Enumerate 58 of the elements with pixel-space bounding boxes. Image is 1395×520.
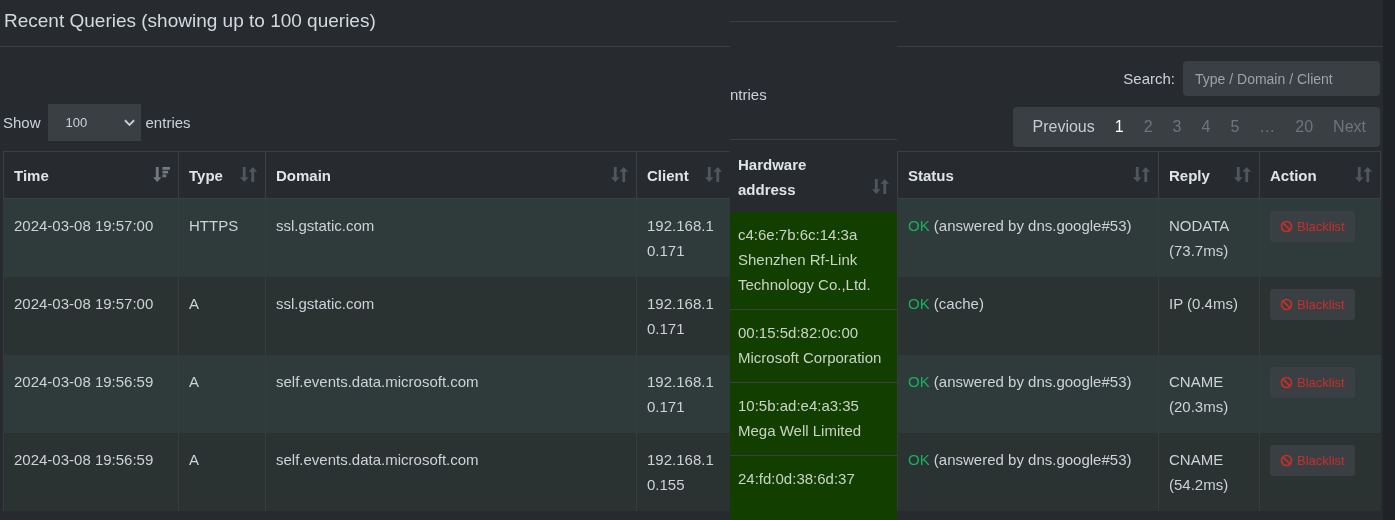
- table-cell: IP (0.4ms): [1158, 277, 1260, 355]
- table-cell: 2024-03-08 19:57:00: [3, 198, 179, 277]
- table-cell: self.events.data.microsoft.com: [265, 433, 637, 511]
- panel-title: Recent Queries (showing up to 100 queries): [4, 9, 377, 33]
- search-field[interactable]: Type / Domain / Client: [1183, 61, 1380, 96]
- ban-icon: [1280, 376, 1293, 389]
- hardware-address-cell: 00:15:5d:82:0c:00 Microsoft Corporation: [730, 310, 897, 383]
- page-link[interactable]: 1: [1104, 118, 1134, 136]
- hardware-address-cell: 24:fd:0d:38:6d:37: [730, 456, 897, 520]
- table-cell: NODATA (73.7ms): [1158, 198, 1260, 277]
- column-header[interactable]: Reply: [1158, 151, 1260, 199]
- table-cell: 192.168.10.171: [636, 277, 731, 355]
- column-header[interactable]: Hardware address: [730, 140, 897, 212]
- hardware-address-cell: c4:6e:7b:6c:14:3a Shenzhen Rf-Link Technology Co.,Ltd.: [730, 212, 897, 310]
- sort-icon: [1133, 166, 1150, 183]
- column-header[interactable]: Action: [1259, 151, 1381, 199]
- table-cell: 192.168.10.171: [636, 355, 731, 433]
- status-text: OK (answered by dns.google#53): [908, 217, 1132, 234]
- table-cell: ssl.gstatic.com: [265, 198, 637, 277]
- status-text: OK (answered by dns.google#53): [908, 373, 1132, 390]
- chevron-down-icon: [123, 118, 135, 127]
- table-cell: 2024-03-08 19:57:00: [3, 277, 179, 355]
- table-cell: 192.168.10.155: [636, 433, 731, 511]
- table-cell: self.events.data.microsoft.com: [265, 355, 637, 433]
- table-cell: HTTPS: [178, 198, 266, 277]
- sort-icon: [1355, 166, 1372, 183]
- ban-icon: [1280, 298, 1293, 311]
- table-cell: ssl.gstatic.com: [265, 277, 637, 355]
- column-header[interactable]: Time: [3, 151, 179, 199]
- table-cell: 2024-03-08 19:56:59: [3, 433, 179, 511]
- table-cell: CNAME (20.3ms): [1158, 355, 1260, 433]
- entries-label: entries: [145, 114, 191, 131]
- table-cell: A: [178, 355, 266, 433]
- ban-icon: [1280, 454, 1293, 467]
- sort-icon: [705, 166, 722, 183]
- table-cell: 2024-03-08 19:56:59: [3, 355, 179, 433]
- entries-label: ntries: [730, 86, 767, 103]
- table-cell: A: [178, 277, 266, 355]
- ban-icon: [1280, 220, 1293, 233]
- table-cell: 192.168.10.171: [636, 198, 731, 277]
- column-header[interactable]: Domain: [265, 151, 637, 199]
- sort-icon: [240, 166, 257, 183]
- sort-icon: [872, 178, 889, 195]
- table-cell: A: [178, 433, 266, 511]
- column-header[interactable]: Type: [178, 151, 266, 199]
- column-header[interactable]: Status: [897, 151, 1159, 199]
- show-label: Show: [3, 114, 41, 131]
- status-text: OK (cache): [908, 295, 984, 312]
- table-cell: CNAME (54.2ms): [1158, 433, 1260, 511]
- column-header[interactable]: Client: [636, 151, 731, 199]
- search-label: Search:: [1123, 70, 1175, 87]
- entries-select[interactable]: 100: [47, 104, 141, 141]
- hardware-address-cell: 10:5b:ad:e4:a3:35 Mega Well Limited: [730, 383, 897, 456]
- sort-icon: [611, 166, 628, 183]
- status-text: OK (answered by dns.google#53): [908, 451, 1132, 468]
- sort-icon: [1234, 166, 1251, 183]
- sort-descending-icon: [153, 166, 170, 183]
- prev-link[interactable]: Previous: [1022, 118, 1105, 136]
